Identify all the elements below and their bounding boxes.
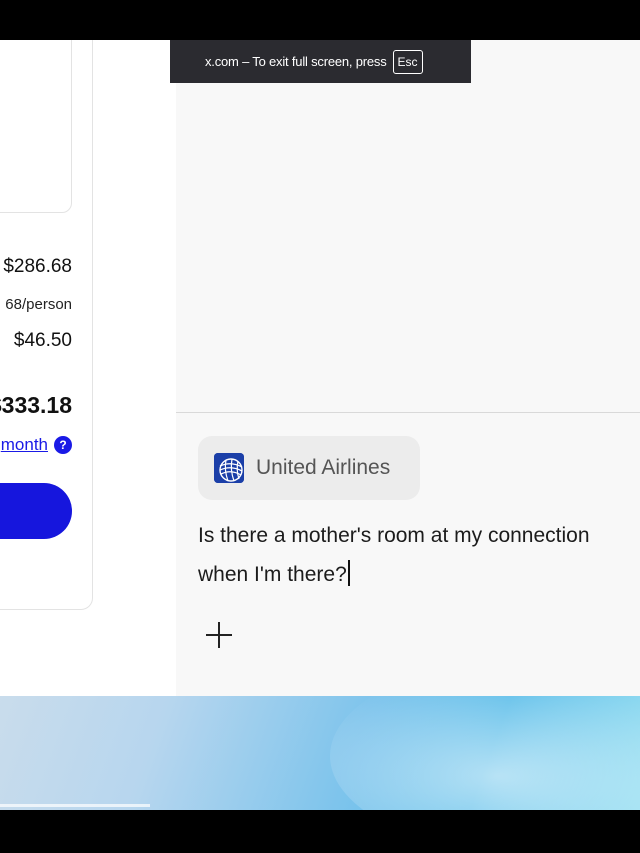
per-person-value: 68/person <box>5 296 72 313</box>
total-value: $333.18 <box>0 392 72 418</box>
subtotal-value: $286.68 <box>3 256 72 277</box>
fullscreen-notice-text: x.com – To exit full screen, press <box>205 54 387 69</box>
united-airlines-globe-logo-icon <box>214 453 244 483</box>
help-icon[interactable]: ? <box>54 436 72 454</box>
desktop-wallpaper <box>0 696 640 810</box>
screen-bottom-bar <box>0 810 640 853</box>
message-input[interactable]: Is there a mother's room at my connectio… <box>198 516 640 594</box>
chip-label: United Airlines <box>256 456 391 479</box>
flight-details-card <box>0 40 72 213</box>
fullscreen-notice: x.com – To exit full screen, press Esc <box>170 40 471 83</box>
taskbar-edge <box>0 804 150 807</box>
taxes-value: $46.50 <box>13 330 72 351</box>
esc-key-hint: Esc <box>392 49 423 74</box>
message-line: Is there a mother's room at my connectio… <box>198 524 590 547</box>
add-attachment-button[interactable] <box>202 620 236 654</box>
monthly-payment-link[interactable]: month <box>1 435 48 455</box>
pane-divider <box>176 412 640 413</box>
wallpaper-highlight <box>330 696 640 810</box>
message-line-text: when I'm there? <box>198 563 347 586</box>
monthly-payment-row: month ? <box>1 435 72 455</box>
assistant-chat-pane: United Airlines Is there a mother's room… <box>176 40 640 696</box>
united-airlines-chip[interactable]: United Airlines <box>198 436 420 500</box>
screen-top-bar <box>0 0 640 40</box>
continue-button[interactable] <box>0 483 72 539</box>
message-line: when I'm there? <box>198 555 640 594</box>
plus-icon <box>204 620 234 655</box>
text-caret <box>347 560 350 586</box>
booking-summary-pane: $286.68 68/person $46.50 $333.18 month ? <box>0 40 176 696</box>
